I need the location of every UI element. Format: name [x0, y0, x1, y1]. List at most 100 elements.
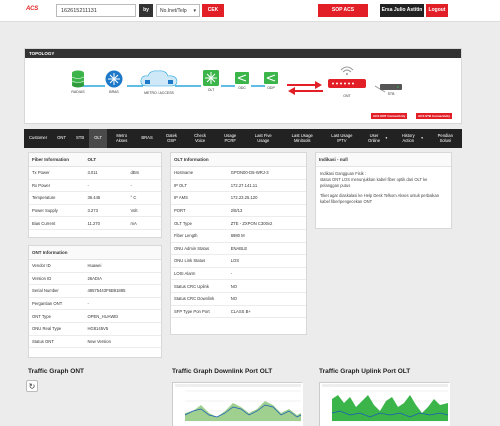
tab-check-voice[interactable]: Check Voice: [185, 129, 215, 148]
row-label: IP OLT: [171, 179, 228, 193]
node-odp[interactable]: ODP: [262, 72, 280, 90]
stb-connectivity-badge[interactable]: ACS STB Connectivity: [416, 113, 453, 119]
node-bras[interactable]: BRAS: [101, 70, 127, 94]
fiber-table: Fiber Information OLT Tx Power 3.011 dBm Rx…: [29, 153, 161, 230]
node-label: RADIUS: [71, 90, 85, 94]
row-value: OPEN_HUAWEI: [84, 309, 161, 323]
row-label: Hostname: [171, 166, 228, 180]
olt-info-title: OLT Information: [171, 153, 306, 167]
table-row: Status CRC Uplink NO: [171, 279, 306, 293]
row-value: ZTE - ZXPON C300v2: [227, 216, 306, 230]
row-value: Huawei: [84, 260, 161, 273]
row-label: Temperature: [29, 191, 85, 205]
uplink-graph-image: [320, 383, 450, 426]
indikasi-panel: Indikasi - null Indikasi Gangguan Fisik …: [315, 152, 452, 229]
table-row: ONU Link Status LOS: [171, 254, 306, 268]
search-input[interactable]: 162615211131: [56, 4, 136, 17]
row-unit: dBm: [127, 166, 161, 180]
tab-usage-pcrf[interactable]: Usage PCRF: [215, 129, 246, 148]
tab-bras[interactable]: BRAS: [136, 129, 157, 148]
row-label: IP AMS: [171, 191, 228, 205]
tab-label: ONT: [57, 135, 66, 141]
tab-customer[interactable]: Customer: [24, 129, 52, 148]
uplink-graph[interactable]: [319, 382, 450, 426]
row-value: 3.011: [84, 166, 128, 180]
row-unit: -: [127, 179, 161, 193]
wifi-router-icon: [328, 66, 366, 88]
tab-label: Usage PCRF: [224, 132, 237, 143]
tab-olt[interactable]: OLT: [89, 129, 107, 148]
row-unit: mA: [127, 216, 161, 230]
tab-pendian-solusi[interactable]: Pendian Solusi: [429, 129, 462, 148]
table-row: Bias Current 11.270 mA: [29, 216, 161, 230]
row-value: -: [227, 267, 306, 281]
tab-metro-akses[interactable]: Metro Akses: [107, 129, 136, 148]
logout-button[interactable]: Logout: [426, 4, 448, 17]
node-ont[interactable]: ONT: [325, 64, 369, 98]
los-arrows-icon: [287, 81, 323, 95]
row-value: 26ADIA: [84, 272, 161, 286]
table-row: Serial Number 48575443F6B91885: [29, 284, 161, 298]
row-value: -: [84, 297, 161, 311]
row-value: CLASS B+: [227, 305, 306, 319]
row-value: 6980 M: [227, 229, 306, 243]
node-odc[interactable]: ODC: [233, 72, 251, 90]
row-value: GPON00-D5-WRJ-3: [227, 166, 306, 180]
olt-table: OLT Information Hostname GPON00-D5-WRJ-3 I…: [171, 153, 306, 319]
row-value: NO: [227, 292, 306, 306]
row-label: Pergantian ONT: [29, 297, 85, 311]
ont-connectivity-badge[interactable]: ACS ONT Connectivity: [371, 113, 408, 119]
tab-label: Customer: [29, 135, 48, 141]
row-label: Status ONT: [29, 335, 85, 349]
refresh-button[interactable]: ↻: [26, 380, 38, 392]
row-label: Tx Power: [29, 166, 85, 180]
node-label: METRO / ACCESS: [144, 91, 174, 95]
table-row: SFP Type Pon Port CLASS B+: [171, 305, 306, 319]
table-row: IP OLT 172.27.141.11: [171, 179, 306, 193]
table-row: Temperature 36.445 ° C: [29, 191, 161, 205]
sop-acs-button[interactable]: SOP ACS: [318, 4, 368, 17]
tab-last-five-usage[interactable]: Last Five Usage: [246, 129, 281, 148]
row-unit: ° C: [127, 191, 161, 205]
chevron-down-icon: ▼: [384, 136, 388, 141]
downlink-graph[interactable]: [172, 382, 303, 426]
node-stb[interactable]: STB: [379, 84, 403, 96]
ont-info-title: ONT Information: [29, 246, 161, 260]
row-value: NO: [227, 279, 306, 293]
chevron-down-icon: ▼: [420, 136, 424, 141]
downlink-graph-title: Traffic Graph Downlink Port OLT: [172, 368, 273, 375]
tab-label: Last Five Usage: [254, 132, 272, 143]
row-label: Vendor ID: [29, 260, 85, 273]
row-label: Bias Current: [29, 216, 85, 230]
tab-label: Datek OSP: [166, 132, 178, 143]
check-button[interactable]: CEK: [202, 4, 224, 17]
tab-last-usage-iptv[interactable]: Last Usage IPTV: [324, 129, 361, 148]
tab-last-usage-minitools[interactable]: Last Usage Minitools: [281, 129, 324, 148]
tab-history-action[interactable]: History Action ▼: [393, 129, 429, 148]
row-label: ONU Real Type: [29, 322, 85, 336]
tab-label: Pendian Solusi: [437, 132, 453, 143]
node-radius[interactable]: RADIUS: [65, 70, 91, 94]
row-value: 36.445: [84, 191, 128, 205]
row-value: ENABLE: [227, 242, 306, 256]
indikasi-heading: Indikasi Gangguan Fisik :: [320, 171, 366, 176]
node-label: BRAS: [109, 90, 119, 94]
table-row: Version ID 26ADIA: [29, 272, 161, 286]
row-value: LOS: [227, 254, 306, 268]
table-row: Status ONT New Version: [29, 335, 161, 349]
table-row: Power Supply 3.273 Volt: [29, 204, 161, 218]
node-metro[interactable]: METRO / ACCESS: [137, 69, 181, 95]
tab-label: Last Usage IPTV: [331, 132, 353, 143]
node-olt[interactable]: OLT: [200, 70, 222, 92]
tab-user-online[interactable]: User Online ▼: [360, 129, 393, 148]
user-name-badge[interactable]: Ersa Julio Astitin: [380, 4, 424, 17]
table-row: Status CRC Downlink NO: [171, 292, 306, 306]
tab-ont[interactable]: ONT: [52, 129, 71, 148]
tab-datek-osp[interactable]: Datek OSP: [158, 129, 186, 148]
row-label: ONU Admin Status: [171, 242, 228, 256]
search-type-select[interactable]: No.Inet/Telp ▾: [156, 4, 200, 17]
topology-title: TOPOLOGY: [25, 49, 461, 58]
app-logo[interactable]: ACS: [26, 6, 38, 12]
tab-stb[interactable]: STB: [71, 129, 89, 148]
uplink-graph-title: Traffic Graph Uplink Port OLT: [319, 368, 411, 375]
